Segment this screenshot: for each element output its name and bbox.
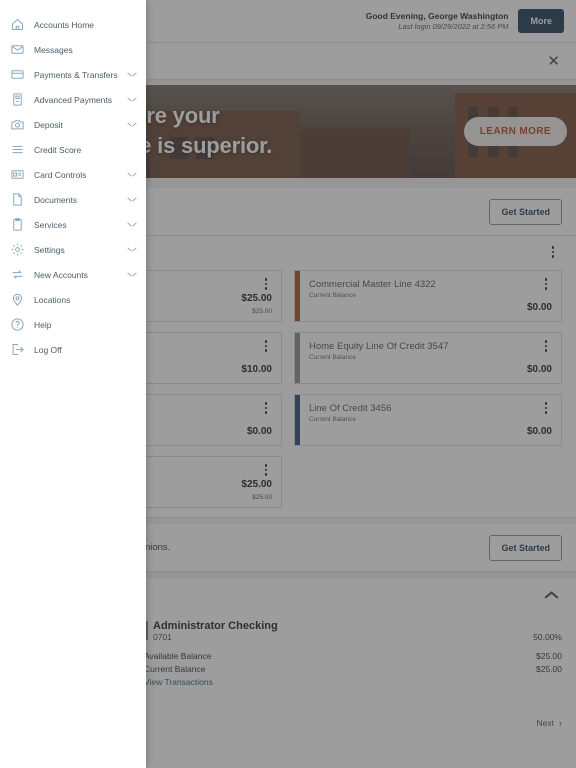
sidebar-item-label: Help	[34, 319, 52, 330]
sidebar-item-label: Locations	[34, 294, 71, 305]
card-id-icon	[10, 167, 25, 182]
pin-icon	[10, 292, 25, 307]
sidebar-item-settings[interactable]: Settings	[0, 237, 146, 262]
sidebar-item-label: Services	[34, 219, 67, 230]
sidebar-item-label: Documents	[34, 194, 77, 205]
chevron-down-icon[interactable]	[127, 120, 136, 129]
home-icon	[10, 17, 25, 32]
sidebar-item-locations[interactable]: Locations	[0, 287, 146, 312]
sidebar-item-label: Accounts Home	[34, 19, 94, 30]
chevron-down-icon[interactable]	[127, 270, 136, 279]
sidebar-item-label: Credit Score	[34, 144, 82, 155]
gear-icon	[10, 242, 25, 257]
sidebar-item-card-controls[interactable]: Card Controls	[0, 162, 146, 187]
sidebar-item-credit-score[interactable]: Credit Score	[0, 137, 146, 162]
sidebar-item-label: Log Off	[34, 344, 62, 355]
sidebar-item-log-off[interactable]: Log Off	[0, 337, 146, 362]
chevron-down-icon[interactable]	[127, 70, 136, 79]
chevron-down-icon[interactable]	[127, 95, 136, 104]
bank-icon	[10, 92, 25, 107]
card-icon	[10, 67, 25, 82]
document-icon	[10, 192, 25, 207]
lines-icon	[10, 142, 25, 157]
navigation-drawer: Accounts Home Messages Payments & Transf…	[0, 0, 146, 768]
sidebar-item-help[interactable]: Help	[0, 312, 146, 337]
sidebar-item-deposit[interactable]: Deposit	[0, 112, 146, 137]
sidebar-item-accounts-home[interactable]: Accounts Home	[0, 12, 146, 37]
sidebar-item-label: Payments & Transfers	[34, 69, 118, 80]
sidebar-item-new-accounts[interactable]: New Accounts	[0, 262, 146, 287]
clipboard-icon	[10, 217, 25, 232]
app-root: Good Evening, George Washington Last log…	[0, 0, 576, 768]
chevron-down-icon[interactable]	[127, 220, 136, 229]
sidebar-item-label: Card Controls	[34, 169, 87, 180]
sidebar-item-messages[interactable]: Messages	[0, 37, 146, 62]
chevron-down-icon[interactable]	[127, 245, 136, 254]
sidebar-item-documents[interactable]: Documents	[0, 187, 146, 212]
sidebar-item-payments-transfers[interactable]: Payments & Transfers	[0, 62, 146, 87]
camera-icon	[10, 117, 25, 132]
question-icon	[10, 317, 25, 332]
chevron-down-icon[interactable]	[127, 195, 136, 204]
transfer-icon	[10, 267, 25, 282]
sidebar-item-label: Settings	[34, 244, 65, 255]
sidebar-item-label: Messages	[34, 44, 73, 55]
sidebar-item-label: Advanced Payments	[34, 94, 112, 105]
sidebar-item-advanced-payments[interactable]: Advanced Payments	[0, 87, 146, 112]
sidebar-item-label: New Accounts	[34, 269, 88, 280]
chevron-down-icon[interactable]	[127, 170, 136, 179]
envelope-icon	[10, 42, 25, 57]
sidebar-item-label: Deposit	[34, 119, 63, 130]
sidebar-item-services[interactable]: Services	[0, 212, 146, 237]
logout-icon	[10, 342, 25, 357]
